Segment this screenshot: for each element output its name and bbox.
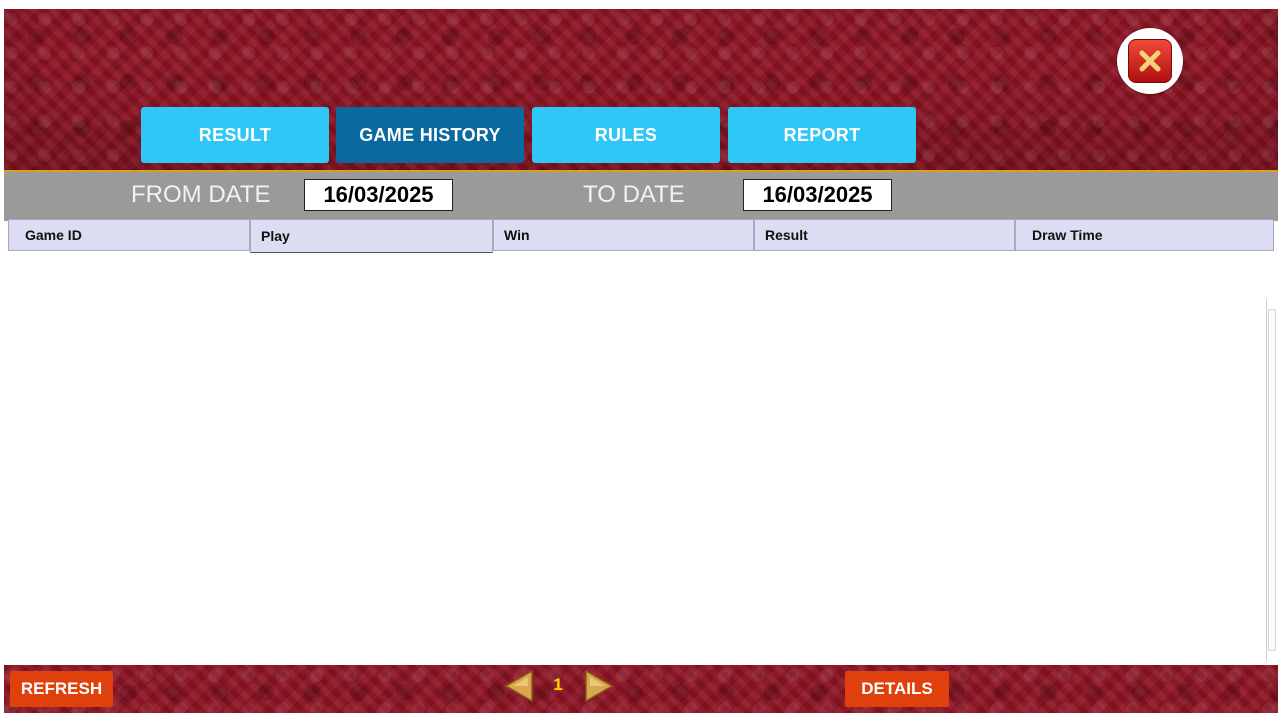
tab-game-history[interactable]: GAME HISTORY [336,107,524,163]
game-history-window: RESULT GAME HISTORY RULES REPORT FROM DA… [4,9,1278,713]
scrollbar-track[interactable] [1268,309,1276,651]
tab-result-label: RESULT [198,124,272,145]
footer-bar: REFRESH 1 DETAILS [4,665,1278,713]
close-button[interactable] [1117,28,1183,94]
tab-game-history-label: GAME HISTORY [359,124,501,145]
arrow-left-icon[interactable] [504,669,534,703]
tab-report-label: REPORT [783,124,861,145]
close-icon [1128,39,1172,83]
page-number: 1 [553,675,563,694]
tab-rules[interactable]: RULES [532,107,720,163]
date-filter-bar: FROM DATE 16/03/2025 TO DATE 16/03/2025 [4,170,1278,221]
details-button-label: DETAILS [861,679,933,698]
to-date-field[interactable]: 16/03/2025 [743,179,892,211]
from-date-label: FROM DATE [131,181,271,208]
tab-report[interactable]: REPORT [728,107,916,163]
table-scrollbar[interactable] [1266,299,1277,661]
tab-rules-label: RULES [594,124,658,145]
table-header: Game ID Play Win Result Draw Time [8,219,1274,253]
column-header-play[interactable]: Play [250,219,493,253]
to-date-label: TO DATE [583,181,685,208]
arrow-right-icon[interactable] [584,669,614,703]
tab-result[interactable]: RESULT [141,107,329,163]
column-header-result[interactable]: Result [754,219,1015,251]
refresh-button[interactable]: REFRESH [10,671,113,707]
column-header-game-id[interactable]: Game ID [8,219,250,251]
column-header-win[interactable]: Win [493,219,754,251]
column-header-draw-time[interactable]: Draw Time [1015,219,1274,251]
details-button[interactable]: DETAILS [845,671,949,707]
from-date-field[interactable]: 16/03/2025 [304,179,453,211]
refresh-button-label: REFRESH [20,679,103,698]
header-bar: RESULT GAME HISTORY RULES REPORT [4,9,1278,170]
